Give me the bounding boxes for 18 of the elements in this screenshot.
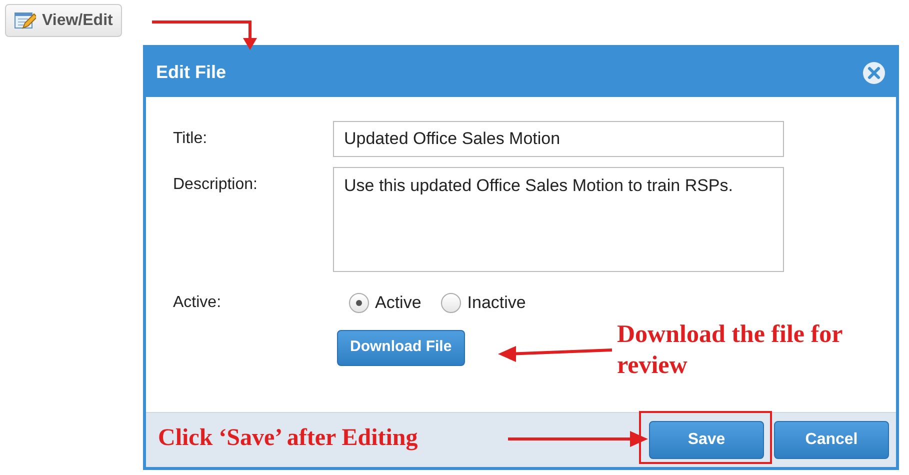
callout-text: Download the file for review [617,320,844,381]
view-edit-button[interactable]: View/Edit [5,4,122,37]
radio-label: Inactive [467,292,526,314]
field-label: Description: [173,175,258,195]
dialog-title: Edit File [156,61,226,84]
title-field[interactable]: Updated Office Sales Motion [333,121,784,157]
radio-button[interactable] [349,292,369,313]
save-button[interactable]: Save [649,421,764,459]
edit-icon [14,10,36,30]
radio-label: Active [375,292,422,314]
callout-text: Click ‘Save’ after Editing [158,424,418,453]
cancel-button[interactable]: Cancel [774,421,889,459]
field-label: Title: [173,129,208,149]
radio-button[interactable] [441,292,462,313]
download-file-button[interactable]: Download File [337,330,465,366]
description-field[interactable]: Use this updated Office Sales Motion to train RSPs. [333,167,784,272]
field-label: Active: [173,292,222,313]
close-icon[interactable] [862,60,886,84]
